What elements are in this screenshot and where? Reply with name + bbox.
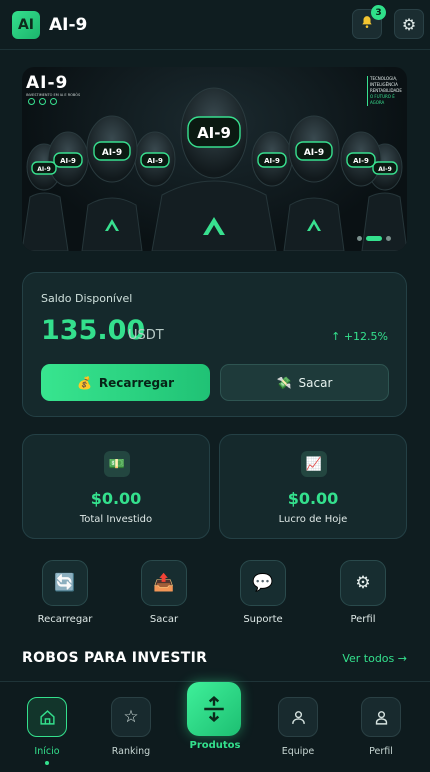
svg-text:AI-9: AI-9 — [264, 157, 280, 165]
balance-unit: USDT — [128, 328, 164, 343]
banner-robot-icon — [28, 98, 35, 105]
bottom-nav: Início ☆ Ranking Produtos Equipe Perfil — [0, 681, 430, 772]
carousel-dot[interactable] — [386, 236, 391, 241]
nav-home[interactable]: Início — [12, 697, 82, 765]
svg-text:AI-9: AI-9 — [304, 148, 324, 158]
active-indicator — [45, 761, 49, 765]
banner-person-icon — [39, 98, 46, 105]
gear-icon: ⚙ — [401, 14, 417, 34]
chat-icon: 💬 — [240, 560, 286, 606]
total-invested-card: 💵 $0.00 Total Investido — [22, 434, 210, 539]
balance-card: Saldo Disponível 135.00 USDT ↑ +12.5% 💰 … — [22, 272, 407, 417]
withdraw-icon: 📤 — [141, 560, 187, 606]
app-name: AI-9 — [49, 14, 88, 35]
balance-change: ↑ +12.5% — [331, 330, 388, 343]
recharge-button[interactable]: 💰 Recarregar — [41, 364, 210, 401]
gear-icon: ⚙ — [340, 560, 386, 606]
money-icon: 💵 — [104, 451, 130, 477]
banner-icon-row — [28, 98, 57, 105]
banner-chart-icon — [50, 98, 57, 105]
app-logo[interactable]: AI — [12, 10, 40, 39]
recharge-icon: 🔄 — [42, 560, 88, 606]
svg-text:AI-9: AI-9 — [353, 157, 369, 165]
nav-team[interactable]: Equipe — [263, 697, 333, 757]
svg-text:AI-9: AI-9 — [378, 166, 392, 173]
quick-action-withdraw[interactable]: 📤 Sacar — [129, 560, 199, 625]
nav-products[interactable]: Produtos — [187, 682, 243, 751]
quick-action-recharge[interactable]: 🔄 Recarregar — [30, 560, 100, 625]
section-title: ROBOS PARA INVESTIR — [22, 650, 208, 666]
see-all-link[interactable]: Ver todos → — [342, 652, 407, 665]
svg-text:AI-9: AI-9 — [147, 157, 163, 165]
withdraw-button[interactable]: 💸 Sacar — [220, 364, 389, 401]
today-profit-value: $0.00 — [287, 489, 339, 508]
notification-count-badge: 3 — [371, 5, 386, 20]
flying-money-icon: 💸 — [276, 375, 292, 390]
svg-text:AI-9: AI-9 — [37, 166, 51, 173]
notifications-button[interactable]: 3 — [352, 5, 386, 39]
balance-label: Saldo Disponível — [41, 292, 133, 305]
today-profit-card: 📈 $0.00 Lucro de Hoje — [219, 434, 407, 539]
carousel-dot[interactable] — [357, 236, 362, 241]
today-profit-label: Lucro de Hoje — [278, 514, 348, 525]
nav-ranking[interactable]: ☆ Ranking — [96, 697, 166, 757]
total-invested-value: $0.00 — [90, 489, 142, 508]
products-button[interactable] — [187, 682, 241, 736]
promo-banner[interactable]: AI-9 AI-9 AI-9 AI-9 AI-9 AI-9 AI-9 AI-9 … — [22, 67, 407, 251]
chart-up-icon: 📈 — [301, 451, 327, 477]
banner-title: AI-9 — [26, 73, 69, 93]
settings-button[interactable]: ⚙ — [394, 9, 424, 39]
money-bag-icon: 💰 — [76, 375, 92, 390]
app-header: AI AI-9 3 ⚙ — [0, 0, 430, 50]
exchange-icon — [204, 696, 224, 722]
carousel-dot-active[interactable] — [366, 236, 382, 241]
quick-action-support[interactable]: 💬 Suporte — [228, 560, 298, 625]
star-icon: ☆ — [111, 697, 151, 737]
nav-profile[interactable]: Perfil — [346, 697, 416, 757]
svg-text:AI-9: AI-9 — [60, 157, 76, 165]
total-invested-label: Total Investido — [79, 514, 153, 525]
banner-subtitle: INVESTIMENTO EM IA E ROBÔS — [26, 93, 81, 97]
robot-badge-text: AI-9 — [197, 124, 231, 142]
carousel-indicators — [357, 236, 391, 241]
bell-icon — [360, 15, 374, 33]
team-icon — [278, 697, 318, 737]
home-icon — [27, 697, 67, 737]
banner-tagline: TECNOLOGIA, INTELIGÊNCIA RENTABILIDADE O… — [367, 76, 405, 106]
user-icon — [361, 697, 401, 737]
svg-text:AI-9: AI-9 — [102, 148, 122, 158]
quick-action-profile[interactable]: ⚙ Perfil — [328, 560, 398, 625]
